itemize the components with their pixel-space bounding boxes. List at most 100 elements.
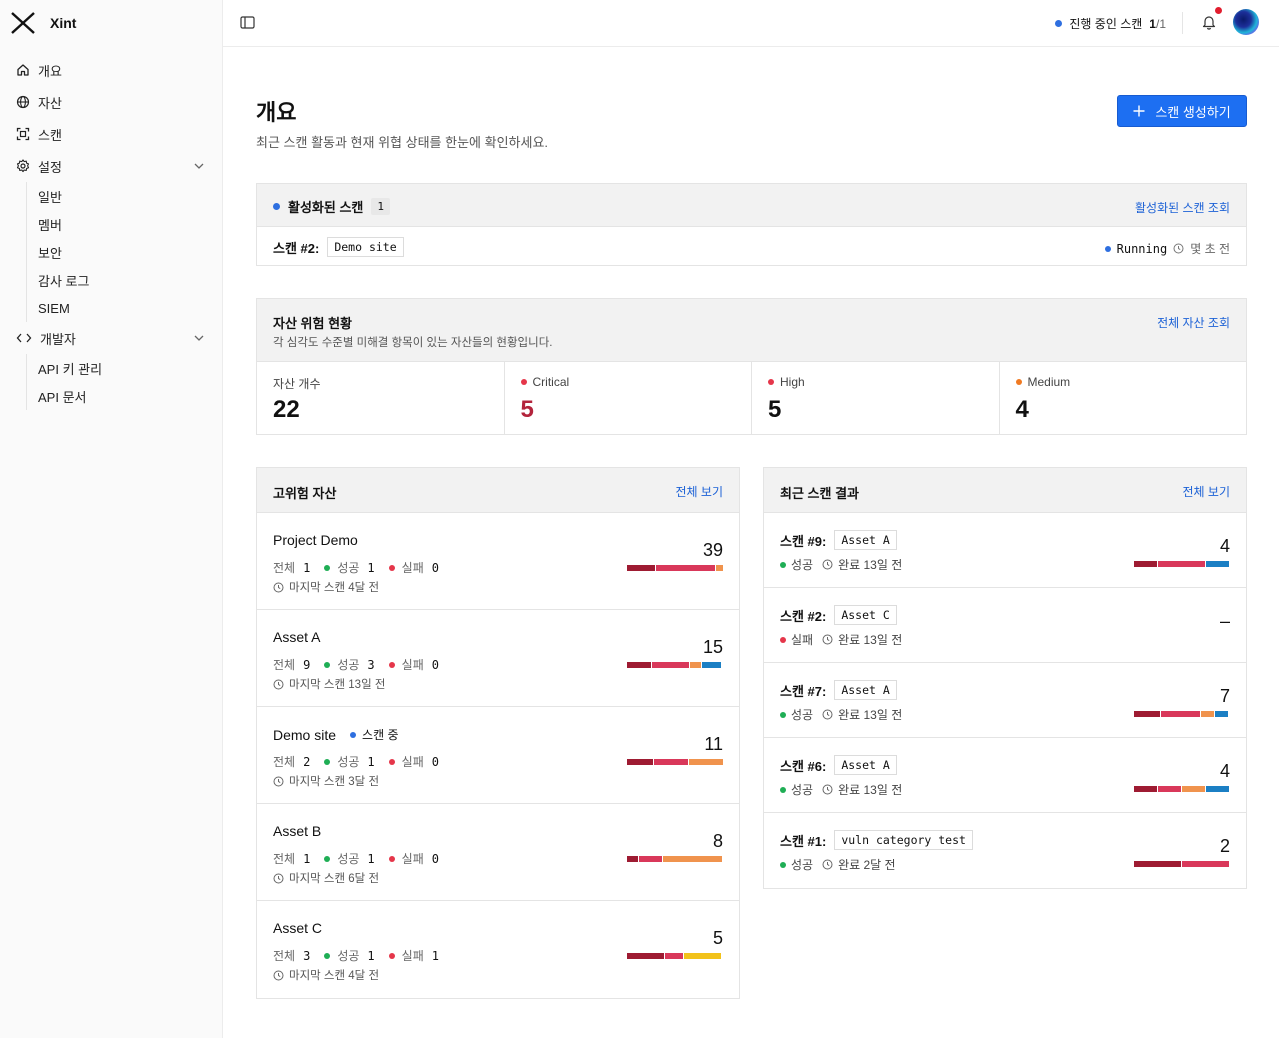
status-dot [350,731,357,738]
view-all-assets-link[interactable]: 전체 보기 [676,483,724,500]
fail-count: 0 [431,754,439,769]
scan-meta: 성공 완료 2달 전 [780,856,896,873]
globe-icon [16,95,30,109]
scan-status-label: 진행 중인 스캔 [1069,17,1143,31]
asset-row[interactable]: Demo site 스캔 중 전체 2 성공 1 실패 0 마지막 스캔 3달 전 11 [257,707,739,804]
fail-dot [388,758,395,765]
scan-row[interactable]: 스캔 #7: Asset A 성공 완료 13일 전 7 [764,663,1246,738]
success-label: 성공 [337,658,360,672]
scan-meta: 성공 완료 13일 전 [780,556,902,573]
asset-chip[interactable]: vuln category test [834,830,973,850]
view-all-scans-link[interactable]: 전체 보기 [1183,483,1231,500]
severity-segment-medium [1201,711,1214,717]
sidebar-item-assets[interactable]: 자산 [0,86,223,118]
scan-status-indicator[interactable]: 진행 중인 스캔 1/1 [1055,15,1166,32]
fail-dot [388,564,395,571]
scan-row[interactable]: 스캔 #9: Asset A 성공 완료 13일 전 4 [764,513,1246,588]
scan-meta: 성공 완료 13일 전 [780,706,902,723]
severity-dot [768,379,774,385]
asset-row[interactable]: Asset B 전체 1 성공 1 실패 0 마지막 스캔 6달 전 8 [257,804,739,901]
sidebar-item-label: 개발자 [40,331,76,347]
stat-value: 22 [273,396,300,423]
code-icon [16,333,32,343]
sidebar-item-settings[interactable]: 설정 [0,150,223,182]
active-scan-status: Running 몇 초 전 [1104,240,1230,257]
asset-chip[interactable]: Asset A [834,530,897,550]
notification-badge [1215,7,1222,14]
severity-segment-medium [689,759,723,765]
create-scan-button[interactable]: 스캔 생성하기 [1117,95,1247,127]
fail-count: 1 [431,948,439,963]
create-scan-label: 스캔 생성하기 [1155,104,1231,120]
sidebar-item-members[interactable]: 멤버 [27,210,223,238]
severity-bar [1134,861,1230,867]
severity-segment-critical [627,565,655,571]
scan-completed: 완료 13일 전 [838,708,903,722]
success-label: 성공 [337,949,360,963]
scan-row[interactable]: 스캔 #2: Asset C 실패 완료 13일 전 – [764,588,1246,663]
sidebar-item-api-keys[interactable]: API 키 관리 [27,354,223,382]
severity-segment-high [1158,786,1181,792]
clock-icon [822,784,833,795]
asset-chip[interactable]: Asset A [834,755,897,775]
severity-segment-high [656,565,715,571]
asset-chip[interactable]: Asset C [834,605,897,625]
clock-icon [273,873,284,884]
severity-segment-medium [1182,786,1205,792]
severity-bar [627,856,723,862]
total-count: 1 [303,851,311,866]
asset-list: Project Demo 전체 1 성공 1 실패 0 마지막 스캔 4달 전 39 Asset … [257,513,739,998]
brand-name: Xint [50,15,77,31]
asset-name-text: Asset A [273,629,321,645]
sidebar-item-overview[interactable]: 개요 [0,54,223,86]
asset-row[interactable]: Asset A 전체 9 성공 3 실패 0 마지막 스캔 13일 전 15 [257,610,739,707]
brand[interactable]: Xint [10,10,76,36]
notifications-button[interactable] [1202,7,1222,33]
result-dot [780,711,786,718]
risk-score: 5 [712,928,723,948]
sidebar-item-scans[interactable]: 스캔 [0,118,223,150]
severity-bar [1134,711,1230,717]
sidebar-item-api-docs[interactable]: API 문서 [27,382,223,410]
sidebar-item-label: 개요 [38,63,62,79]
severity-segment-high [1158,561,1205,567]
sidebar-item-audit-log[interactable]: 감사 로그 [27,266,223,294]
view-all-assets-link[interactable]: 전체 자산 조회 [1157,314,1230,331]
risk-stats: 자산 개수 22 Critical 5 High 5 Medium 4 [257,362,1246,434]
asset-row[interactable]: Project Demo 전체 1 성공 1 실패 0 마지막 스캔 4달 전 39 [257,513,739,610]
asset-scan-counts: 전체 3 성공 1 실패 1 [273,947,439,964]
fail-dot [388,952,395,959]
avatar[interactable] [1233,9,1259,35]
gear-icon [16,159,30,173]
active-scan-row[interactable]: 스캔 #2: Demo site [273,237,404,257]
topbar: 진행 중인 스캔 1/1 [223,0,1279,47]
asset-chip[interactable]: Asset A [834,680,897,700]
asset-name-text: Asset B [273,823,322,839]
asset-chip[interactable]: Demo site [327,237,404,257]
view-active-scans-link[interactable]: 활성화된 스캔 조회 [1135,199,1230,216]
sidebar-item-security[interactable]: 보안 [27,238,223,266]
risk-score: 8 [712,831,723,851]
sidebar-item-developer[interactable]: 개발자 [0,322,223,354]
chevron-down-icon[interactable] [193,160,205,172]
last-scan-text: 마지막 스캔 6달 전 [289,873,380,885]
stat-value: 5 [520,396,534,423]
severity-segment-info [702,662,721,668]
asset-name: Asset C [273,920,322,936]
sidebar-item-general[interactable]: 일반 [27,182,223,210]
sidebar-toggle-icon[interactable] [240,16,255,29]
stat-label: Critical [532,375,570,389]
scan-name: 스캔 #9: Asset A [780,530,897,550]
chevron-down-icon[interactable] [193,332,205,344]
asset-row[interactable]: Asset C 전체 3 성공 1 실패 1 마지막 스캔 4달 전 5 [257,901,739,998]
scan-row[interactable]: 스캔 #1: vuln category test 성공 완료 2달 전 2 [764,813,1246,888]
scan-row[interactable]: 스캔 #6: Asset A 성공 완료 13일 전 4 [764,738,1246,813]
last-scan-text: 마지막 스캔 3달 전 [289,776,380,788]
card-title: 활성화된 스캔 [288,200,364,215]
bell-icon [1202,16,1216,30]
scan-meta: 성공 완료 13일 전 [780,781,902,798]
stat-critical: Critical 5 [505,362,752,434]
last-scan: 마지막 스캔 13일 전 [273,676,385,692]
clock-icon [822,559,833,570]
sidebar-item-siem[interactable]: SIEM [27,294,223,322]
